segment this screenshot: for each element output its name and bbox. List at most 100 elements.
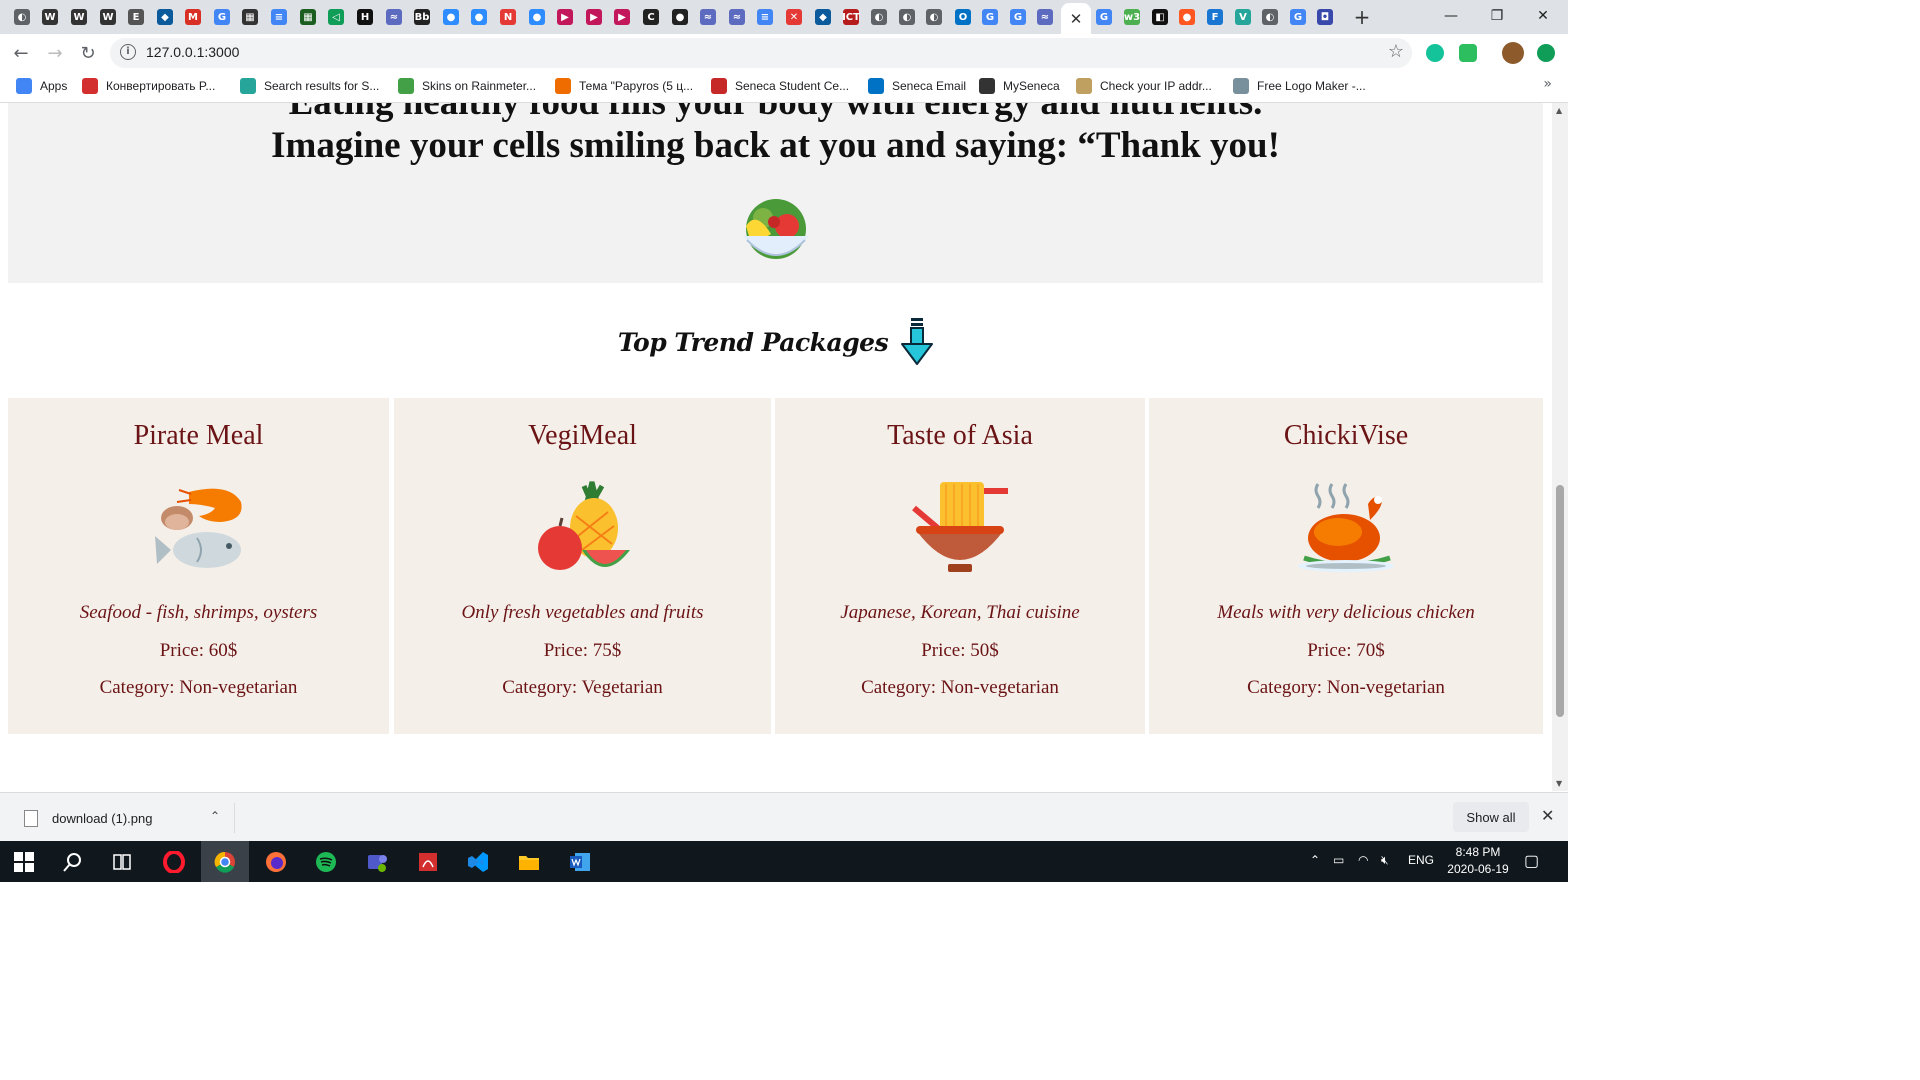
update-icon[interactable] bbox=[1537, 44, 1555, 62]
chevron-up-icon[interactable]: ⌃ bbox=[210, 809, 220, 823]
browser-tab[interactable]: ◆ bbox=[152, 3, 178, 31]
task-view-button[interactable] bbox=[98, 841, 146, 882]
wifi-icon[interactable]: ◠ bbox=[1358, 853, 1368, 867]
minimize-button[interactable]: — bbox=[1428, 4, 1474, 28]
package-card-pirate-meal[interactable]: Pirate Meal Seafood - fish, shrimps, oys… bbox=[8, 398, 389, 734]
spotify-taskbar-button[interactable] bbox=[302, 841, 350, 882]
browser-tab[interactable]: ≈ bbox=[1032, 3, 1058, 31]
browser-tab[interactable]: ◘ bbox=[1312, 3, 1338, 31]
browser-tab[interactable]: ▶ bbox=[581, 3, 607, 31]
vertical-scrollbar[interactable]: ▲ ▼ bbox=[1552, 103, 1568, 791]
browser-tab[interactable]: ▶ bbox=[552, 3, 578, 31]
show-all-button[interactable]: Show all bbox=[1453, 802, 1529, 832]
bookmark-item[interactable]: Skins on Rainmeter... bbox=[398, 78, 536, 94]
browser-tab[interactable]: ≈ bbox=[695, 3, 721, 31]
browser-tab[interactable]: G bbox=[209, 3, 235, 31]
browser-tab[interactable]: ● bbox=[438, 3, 464, 31]
scrollbar-thumb[interactable] bbox=[1556, 485, 1564, 717]
bookmark-item[interactable]: Check your IP addr... bbox=[1076, 78, 1212, 94]
opera-taskbar-button[interactable] bbox=[150, 841, 198, 882]
browser-tab[interactable]: ◐ bbox=[1257, 3, 1283, 31]
browser-tab[interactable]: O bbox=[950, 3, 976, 31]
browser-tab[interactable]: ▦ bbox=[295, 3, 321, 31]
browser-tab[interactable]: W bbox=[66, 3, 92, 31]
close-tab-icon[interactable]: ✕ bbox=[1070, 10, 1083, 28]
browser-tab[interactable]: ≡ bbox=[752, 3, 778, 31]
word-taskbar-button[interactable] bbox=[556, 841, 604, 882]
address-bar[interactable]: i 127.0.0.1:3000 ☆ bbox=[110, 38, 1412, 68]
language-indicator[interactable]: ENG bbox=[1408, 853, 1434, 867]
browser-tab[interactable]: ≈ bbox=[381, 3, 407, 31]
bookmark-item[interactable]: Конвертировать P... bbox=[82, 78, 215, 94]
firefox-taskbar-button[interactable] bbox=[252, 841, 300, 882]
search-button[interactable] bbox=[49, 841, 97, 882]
browser-tab[interactable]: ● bbox=[466, 3, 492, 31]
bookmark-item[interactable]: Тема "Papyros (5 ц... bbox=[555, 78, 693, 94]
vscode-taskbar-button[interactable] bbox=[454, 841, 502, 882]
system-clock[interactable]: 8:48 PM 2020-06-19 bbox=[1438, 844, 1518, 878]
browser-tab[interactable]: H bbox=[352, 3, 378, 31]
browser-tab[interactable]: ✕ bbox=[1061, 3, 1091, 34]
url-text[interactable]: 127.0.0.1:3000 bbox=[146, 44, 239, 60]
more-bookmarks-icon[interactable]: » bbox=[1543, 76, 1552, 92]
close-window-button[interactable]: ✕ bbox=[1520, 4, 1566, 28]
browser-tab[interactable]: M bbox=[180, 3, 206, 31]
browser-tab[interactable]: E bbox=[123, 3, 149, 31]
close-downloads-icon[interactable]: ✕ bbox=[1541, 806, 1554, 825]
battery-icon[interactable]: ▭ bbox=[1333, 853, 1344, 867]
volume-muted-icon[interactable]: 🔇︎ bbox=[1381, 853, 1389, 868]
package-card-taste-of-asia[interactable]: Taste of Asia Japanese, Korean, Thai cui… bbox=[775, 398, 1145, 734]
browser-tab[interactable]: N bbox=[495, 3, 521, 31]
forward-button[interactable]: → bbox=[42, 41, 68, 65]
browser-tab[interactable]: C bbox=[638, 3, 664, 31]
chrome-taskbar-button[interactable] bbox=[201, 841, 249, 882]
browser-tab[interactable]: ◐ bbox=[9, 3, 35, 31]
browser-tab[interactable]: ◧ bbox=[1147, 3, 1173, 31]
browser-tab[interactable]: ▦ bbox=[237, 3, 263, 31]
browser-tab[interactable]: W bbox=[37, 3, 63, 31]
download-filename[interactable]: download (1).png bbox=[52, 811, 152, 826]
browser-tab[interactable]: V bbox=[1230, 3, 1256, 31]
bookmark-item[interactable]: Search results for S... bbox=[240, 78, 379, 94]
browser-tab[interactable]: ● bbox=[1174, 3, 1200, 31]
browser-tab[interactable]: ◁ bbox=[323, 3, 349, 31]
acrobat-taskbar-button[interactable] bbox=[404, 841, 452, 882]
browser-tab[interactable]: ● bbox=[667, 3, 693, 31]
notifications-icon[interactable]: ▢ bbox=[1524, 851, 1539, 871]
browser-tab[interactable]: ▶ bbox=[609, 3, 635, 31]
bookmark-item[interactable]: Seneca Email bbox=[868, 78, 966, 94]
browser-tab[interactable]: G bbox=[1091, 3, 1117, 31]
browser-tab[interactable]: G bbox=[1005, 3, 1031, 31]
reload-button[interactable]: ↻ bbox=[75, 41, 101, 65]
browser-tab[interactable]: G bbox=[1285, 3, 1311, 31]
maximize-button[interactable]: ❐ bbox=[1474, 4, 1520, 28]
browser-tab[interactable]: ≈ bbox=[724, 3, 750, 31]
chevron-up-icon[interactable]: ⌃ bbox=[1310, 853, 1320, 867]
site-info-icon[interactable]: i bbox=[120, 44, 136, 60]
evernote-extension-icon[interactable] bbox=[1459, 44, 1477, 62]
file-explorer-taskbar-button[interactable] bbox=[505, 841, 553, 882]
browser-tab[interactable]: G bbox=[977, 3, 1003, 31]
bookmark-item[interactable]: Free Logo Maker -... bbox=[1233, 78, 1366, 94]
scroll-up-icon[interactable]: ▲ bbox=[1556, 106, 1562, 115]
scroll-down-icon[interactable]: ▼ bbox=[1556, 779, 1562, 788]
package-card-vegimeal[interactable]: VegiMeal Only fresh vegetables and fruit… bbox=[394, 398, 771, 734]
bookmark-item[interactable]: Apps bbox=[16, 78, 67, 94]
browser-tab[interactable]: ICT bbox=[838, 3, 864, 31]
browser-tab[interactable]: ◆ bbox=[810, 3, 836, 31]
browser-tab[interactable]: w3 bbox=[1119, 3, 1145, 31]
download-item[interactable]: download (1).png ⌃ bbox=[18, 803, 235, 833]
browser-tab[interactable]: ✕ bbox=[781, 3, 807, 31]
bookmark-star-icon[interactable]: ☆ bbox=[1388, 41, 1404, 62]
new-tab-button[interactable]: + bbox=[1350, 5, 1374, 29]
teams-taskbar-button[interactable] bbox=[353, 841, 401, 882]
profile-avatar[interactable] bbox=[1502, 42, 1524, 64]
browser-tab[interactable]: W bbox=[95, 3, 121, 31]
bookmark-item[interactable]: MySeneca bbox=[979, 78, 1060, 94]
start-button[interactable] bbox=[0, 841, 48, 882]
browser-tab[interactable]: Bb bbox=[409, 3, 435, 31]
browser-tab[interactable]: ◐ bbox=[894, 3, 920, 31]
bookmark-item[interactable]: Seneca Student Ce... bbox=[711, 78, 849, 94]
grammarly-extension-icon[interactable] bbox=[1426, 44, 1444, 62]
browser-tab[interactable]: ◐ bbox=[921, 3, 947, 31]
